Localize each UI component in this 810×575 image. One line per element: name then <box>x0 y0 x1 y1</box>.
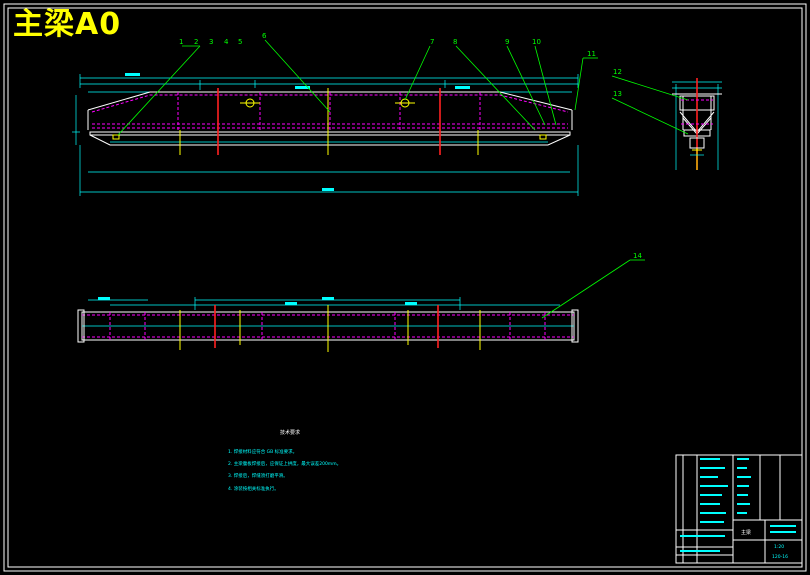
plan-view <box>77 297 579 352</box>
note-1: 1. 焊接材料应符合 GB 标准要求。 <box>228 448 297 455</box>
title-block: 主梁 1:20 120-16 <box>675 454 803 564</box>
balloon-2: 2 <box>194 38 198 46</box>
balloon-14: 14 <box>633 252 642 260</box>
balloon-10: 10 <box>532 38 541 46</box>
balloon-labels: 1 2 3 4 5 6 7 8 9 10 11 12 13 14 <box>179 32 642 260</box>
leaders <box>117 39 689 319</box>
scale-value: 1:20 <box>774 544 784 550</box>
note-3: 3. 焊接后，焊缝须打磨平滑。 <box>228 472 288 479</box>
section-view <box>672 78 722 170</box>
balloon-5: 5 <box>238 38 242 46</box>
part-name: 主梁 <box>741 529 751 536</box>
note-2: 2. 主梁腹板焊接后，应保证上拱度，最大误差200mm。 <box>228 460 341 467</box>
balloon-6: 6 <box>262 32 267 40</box>
technical-notes: 技术要求 1. 焊接材料应符合 GB 标准要求。 2. 主梁腹板焊接后，应保证上… <box>228 429 341 492</box>
note-4: 4. 涂装按相关标准执行。 <box>228 485 279 492</box>
balloon-12: 12 <box>613 68 622 76</box>
elevation-view <box>72 73 579 196</box>
balloon-7: 7 <box>430 38 434 46</box>
balloon-11: 11 <box>587 50 596 58</box>
drawing-number: 120-16 <box>772 554 788 560</box>
balloon-13: 13 <box>613 90 622 98</box>
cad-drawing: 1 2 3 4 5 6 7 8 9 10 11 12 13 14 技术要求 1.… <box>3 3 807 572</box>
outer-frame <box>3 3 807 572</box>
balloon-8: 8 <box>453 38 457 46</box>
balloon-9: 9 <box>505 38 509 46</box>
balloon-3: 3 <box>209 38 213 46</box>
balloon-1: 1 <box>179 38 183 46</box>
drawing-canvas: 主梁A0 1 2 3 4 5 6 7 8 9 10 11 12 13 14 技术… <box>0 0 810 575</box>
notes-heading: 技术要求 <box>280 429 300 436</box>
balloon-4: 4 <box>224 38 229 46</box>
